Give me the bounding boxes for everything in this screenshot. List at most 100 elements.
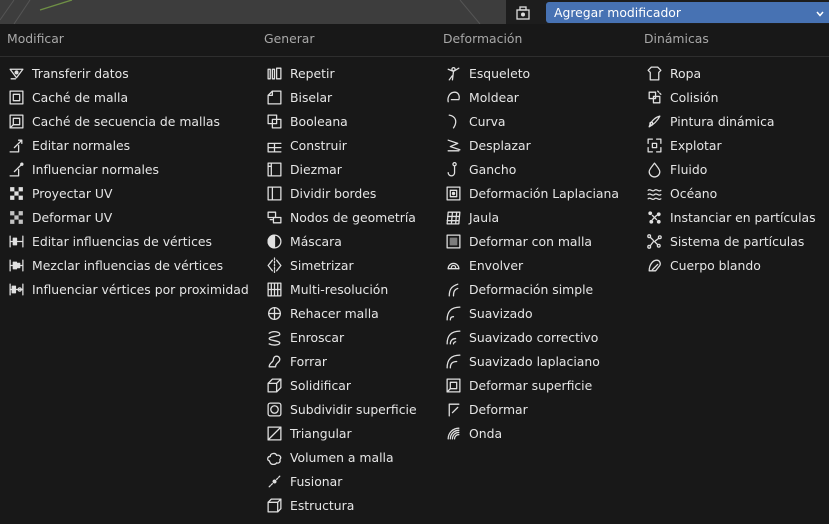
menu-item-fluid[interactable]: Fluido xyxy=(645,157,816,181)
smooth-icon xyxy=(444,304,462,322)
menu-item-edge-split[interactable]: Dividir bordes xyxy=(265,181,417,205)
curve-icon xyxy=(444,112,462,130)
menu-item-warp[interactable]: Deformar xyxy=(444,397,619,421)
menu-item-subsurf[interactable]: Subdividir superficie xyxy=(265,397,417,421)
column-dinamicas: Ropa Colisión Pintura dinámica Explotar Flui… xyxy=(645,61,816,277)
menu-item-vertex-weight-edit[interactable]: Editar influencias de vértices xyxy=(7,229,249,253)
dropdown-label: Agregar modificador xyxy=(554,5,681,20)
particle-system-icon xyxy=(645,232,663,250)
menu-item-armature[interactable]: Esqueleto xyxy=(444,61,619,85)
corrective-smooth-icon xyxy=(444,328,462,346)
edge-split-icon xyxy=(265,184,283,202)
menu-item-particle-instance[interactable]: Instanciar en partículas xyxy=(645,205,816,229)
mirror-icon xyxy=(265,256,283,274)
menu-item-uv-warp[interactable]: Deformar UV xyxy=(7,205,249,229)
menu-item-label: Océano xyxy=(670,185,718,201)
menu-item-cloth[interactable]: Ropa xyxy=(645,61,816,85)
chevron-down-icon xyxy=(815,7,825,22)
menu-item-explode[interactable]: Explotar xyxy=(645,133,816,157)
menu-item-boolean[interactable]: Booleana xyxy=(265,109,417,133)
header-generar: Generar xyxy=(264,31,315,46)
menu-item-triangulate[interactable]: Triangular xyxy=(265,421,417,445)
menu-item-screw[interactable]: Enroscar xyxy=(265,325,417,349)
menu-item-label: Booleana xyxy=(290,113,348,129)
menu-item-label: Ropa xyxy=(670,65,702,81)
menu-item-build[interactable]: Construir xyxy=(265,133,417,157)
vertex-weight-proximity-icon xyxy=(7,280,25,298)
menu-item-label: Máscara xyxy=(290,233,342,249)
menu-item-ocean[interactable]: Océano xyxy=(645,181,816,205)
menu-item-skin[interactable]: Forrar xyxy=(265,349,417,373)
menu-item-volume-to-mesh[interactable]: Volumen a malla xyxy=(265,445,417,469)
menu-item-cast[interactable]: Moldear xyxy=(444,85,619,109)
lattice-icon xyxy=(444,208,462,226)
menu-item-laplacian-deform[interactable]: Deformación Laplaciana xyxy=(444,181,619,205)
menu-item-transfer-data[interactable]: Transferir datos xyxy=(7,61,249,85)
menu-item-corrective-smooth[interactable]: Suavizado correctivo xyxy=(444,325,619,349)
menu-item-multires[interactable]: Multi-resolución xyxy=(265,277,417,301)
vertex-weight-edit-icon xyxy=(7,232,25,250)
warp-icon xyxy=(444,400,462,418)
menu-item-shrinkwrap[interactable]: Envolver xyxy=(444,253,619,277)
menu-item-mesh-sequence-cache[interactable]: Caché de secuencia de mallas xyxy=(7,109,249,133)
hook-icon xyxy=(444,160,462,178)
menu-item-weighted-normal[interactable]: Influenciar normales xyxy=(7,157,249,181)
menu-item-mesh-cache[interactable]: Caché de malla xyxy=(7,85,249,109)
menu-item-vertex-weight-proximity[interactable]: Influenciar vértices por proximidad xyxy=(7,277,249,301)
menu-item-bevel[interactable]: Biselar xyxy=(265,85,417,109)
wave-icon xyxy=(444,424,462,442)
menu-item-label: Desplazar xyxy=(469,137,531,153)
menu-item-label: Enroscar xyxy=(290,329,345,345)
menu-item-smooth[interactable]: Suavizado xyxy=(444,301,619,325)
header-modificar: Modificar xyxy=(7,31,64,46)
menu-item-label: Sistema de partículas xyxy=(670,233,805,249)
menu-item-mask[interactable]: Máscara xyxy=(265,229,417,253)
menu-item-collision[interactable]: Colisión xyxy=(645,85,816,109)
menu-item-particle-system[interactable]: Sistema de partículas xyxy=(645,229,816,253)
column-modificar: Transferir datos Caché de malla Caché de s… xyxy=(7,61,249,301)
menu-item-surface-deform[interactable]: Deformar superficie xyxy=(444,373,619,397)
solidify-icon xyxy=(265,376,283,394)
menu-item-simple-deform[interactable]: Deformación simple xyxy=(444,277,619,301)
menu-item-mesh-deform[interactable]: Deformar con malla xyxy=(444,229,619,253)
menu-item-label: Rehacer malla xyxy=(290,305,379,321)
menu-item-label: Esqueleto xyxy=(469,65,531,81)
top-bar: Agregar modificador xyxy=(0,0,829,24)
menu-item-curve[interactable]: Curva xyxy=(444,109,619,133)
cloth-icon xyxy=(645,64,663,82)
vertex-weight-mix-icon xyxy=(7,256,25,274)
menu-item-lattice[interactable]: Jaula xyxy=(444,205,619,229)
menu-item-weld[interactable]: Fusionar xyxy=(265,469,417,493)
build-icon xyxy=(265,136,283,154)
ocean-icon xyxy=(645,184,663,202)
menu-item-hook[interactable]: Gancho xyxy=(444,157,619,181)
menu-item-displace[interactable]: Desplazar xyxy=(444,133,619,157)
bevel-icon xyxy=(265,88,283,106)
menu-item-solidify[interactable]: Solidificar xyxy=(265,373,417,397)
menu-item-vertex-weight-mix[interactable]: Mezclar influencias de vértices xyxy=(7,253,249,277)
menu-item-soft-body[interactable]: Cuerpo blando xyxy=(645,253,816,277)
laplacian-deform-icon xyxy=(444,184,462,202)
menu-item-decimate[interactable]: Diezmar xyxy=(265,157,417,181)
menu-item-label: Nodos de geometría xyxy=(290,209,416,225)
menu-item-label: Fusionar xyxy=(290,473,343,489)
menu-item-array[interactable]: Repetir xyxy=(265,61,417,85)
menu-item-wave[interactable]: Onda xyxy=(444,421,619,445)
menu-item-label: Mezclar influencias de vértices xyxy=(32,257,224,273)
screw-icon xyxy=(265,328,283,346)
particle-instance-icon xyxy=(645,208,663,226)
menu-item-uv-project[interactable]: Proyectar UV xyxy=(7,181,249,205)
menu-item-mirror[interactable]: Simetrizar xyxy=(265,253,417,277)
menu-item-dynamic-paint[interactable]: Pintura dinámica xyxy=(645,109,816,133)
menu-item-laplacian-smooth[interactable]: Suavizado laplaciano xyxy=(444,349,619,373)
column-generar: Repetir Biselar Booleana Construir Diezmar Di… xyxy=(265,61,417,517)
menu-item-label: Deformar con malla xyxy=(469,233,593,249)
menu-item-geometry-nodes[interactable]: Nodos de geometría xyxy=(265,205,417,229)
add-modifier-dropdown[interactable]: Agregar modificador xyxy=(546,2,829,23)
menu-item-wireframe[interactable]: Estructura xyxy=(265,493,417,517)
weld-icon xyxy=(265,472,283,490)
menu-item-normal-edit[interactable]: Editar normales xyxy=(7,133,249,157)
modifier-tab-button[interactable] xyxy=(510,4,536,24)
menu-item-remesh[interactable]: Rehacer malla xyxy=(265,301,417,325)
menu-item-label: Simetrizar xyxy=(290,257,354,273)
